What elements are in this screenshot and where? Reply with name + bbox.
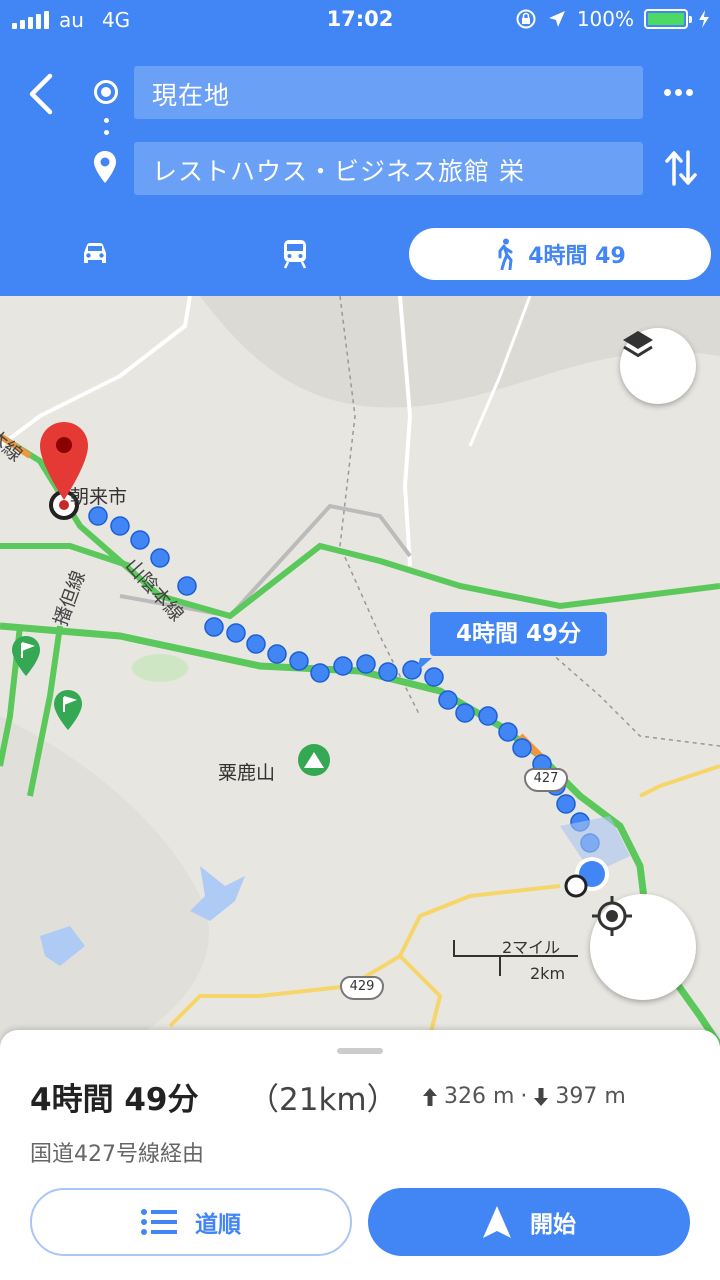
park-pin-icon — [54, 690, 82, 730]
walk-icon — [498, 238, 513, 270]
car-icon — [84, 243, 106, 263]
mode-walk-tab[interactable]: 4時間 49 — [409, 228, 711, 280]
crosshair-icon — [592, 896, 632, 936]
navigation-arrow-icon — [483, 1206, 511, 1238]
summary-duration: 4時間 49分 — [30, 1082, 199, 1118]
elevation-separator: · — [520, 1084, 528, 1109]
steps-label: 道順 — [195, 1212, 241, 1238]
origin-field[interactable]: 現在地 — [134, 66, 643, 119]
destination-field[interactable]: レストハウス・ビジネス旅館 栄 — [134, 142, 643, 195]
walk-duration: 4時間 49 — [528, 244, 626, 269]
list-icon — [141, 1209, 177, 1235]
steps-button[interactable]: 道順 — [30, 1188, 352, 1256]
route-shield-429: 429 — [340, 976, 384, 1000]
battery-percent: 100% — [576, 7, 634, 31]
summary-distance: （21km） — [248, 1082, 398, 1118]
map-scale: 2マイル 2km — [452, 936, 582, 988]
route-via: 国道427号線経由 — [30, 1142, 204, 1167]
swap-icon[interactable] — [664, 148, 698, 188]
sheet-handle[interactable] — [337, 1048, 383, 1054]
route-connector — [104, 118, 109, 142]
arrow-down-icon — [534, 1087, 549, 1106]
layers-button[interactable] — [620, 328, 696, 404]
arrow-up-icon — [423, 1087, 437, 1106]
scale-miles: 2マイル — [502, 938, 561, 957]
mountain-label: 粟鹿山 — [218, 762, 276, 784]
mountain-icon — [298, 744, 330, 776]
layers-icon — [623, 331, 653, 358]
my-location-button[interactable] — [590, 894, 696, 1000]
battery-icon — [644, 9, 692, 29]
charging-icon — [699, 10, 709, 28]
descent-value: 397 m — [555, 1084, 626, 1109]
rotation-lock-icon — [516, 9, 536, 29]
destination-pin-icon — [94, 151, 116, 183]
city-label: 朝来市 — [70, 486, 128, 508]
start-label: 開始 — [530, 1212, 576, 1238]
more-options-icon[interactable] — [664, 80, 698, 104]
back-icon[interactable] — [22, 70, 62, 118]
scale-km: 2km — [530, 964, 566, 983]
route-shield-427: 427 — [524, 768, 568, 792]
mode-transit-tab[interactable] — [270, 228, 320, 280]
location-arrow-icon — [548, 11, 565, 27]
ascent-value: 326 m — [444, 1084, 515, 1109]
status-bar: au 4G 17:02 100% — [0, 0, 720, 40]
directions-header: au 4G 17:02 100% 現在地 レストハウス・ビジネス旅館 栄 4時間… — [0, 0, 720, 296]
elevation-summary: 326 m · 397 m — [422, 1084, 626, 1109]
start-button[interactable]: 開始 — [368, 1188, 690, 1256]
route-summary-sheet[interactable]: 4時間 49分 （21km） 326 m · 397 m 国道427号線経由 道… — [0, 1030, 720, 1280]
origin-icon — [94, 80, 118, 104]
mode-drive-tab[interactable] — [70, 228, 120, 280]
train-icon — [283, 240, 307, 269]
route-duration-callout[interactable]: 4時間 49分 — [430, 612, 607, 656]
map-view[interactable]: 朝来市 粟鹿山 山陰本線 播但線 本線 4時間 49分 427 429 2マイル… — [0, 296, 720, 1046]
